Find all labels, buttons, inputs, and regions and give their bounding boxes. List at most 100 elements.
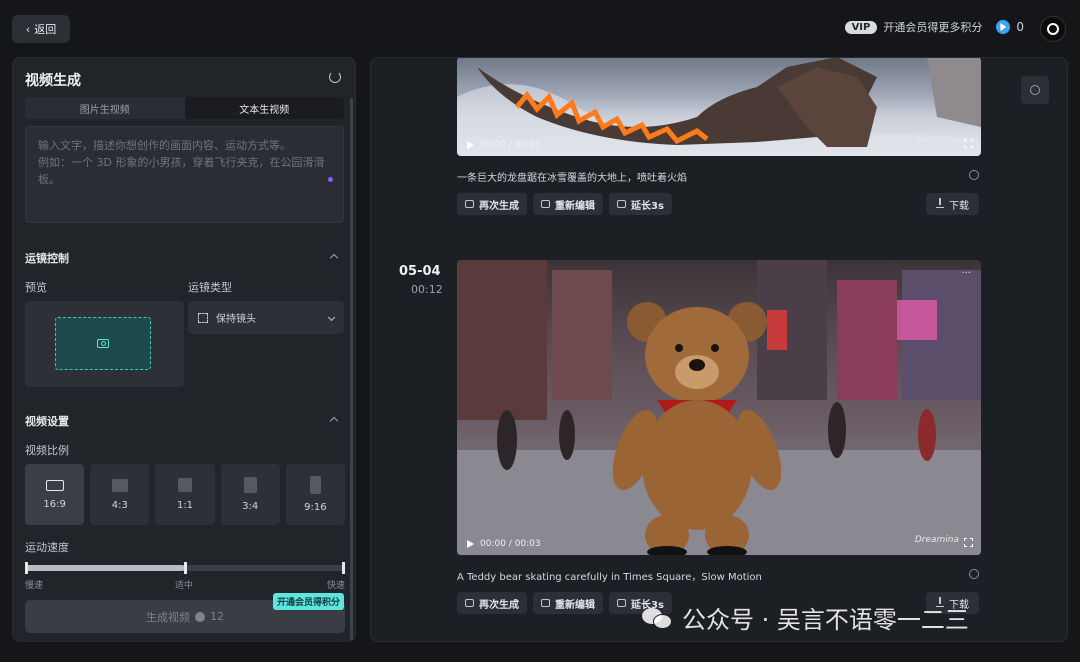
back-button[interactable]: ‹ 返回	[12, 15, 70, 43]
repeat-icon	[465, 200, 474, 208]
more-icon[interactable]: ···	[961, 268, 971, 279]
ratio-label: 视频比例	[25, 444, 69, 457]
edit-icon	[541, 200, 550, 208]
refresh-icon[interactable]	[329, 71, 341, 83]
generate-label: 生成视频	[146, 610, 190, 624]
video-time: 00:00 / 00:03	[480, 539, 541, 549]
generation-panel: 视频生成 图片生视频 文本生视频 输入文字，描述你想创作的画面内容、运动方式等。…	[12, 57, 356, 642]
repeat-icon	[465, 599, 474, 607]
speed-slow-label: 慢速	[25, 581, 44, 591]
teddy-bear-thumbnail	[612, 302, 782, 555]
ratio-option-1-1[interactable]: 1:1	[155, 464, 215, 525]
camera-type-value: 保持镜头	[216, 314, 256, 325]
top-bar: ‹ 返回 VIP 开通会员得更多积分 0	[0, 0, 1080, 56]
preview-label: 预览	[25, 281, 47, 294]
speed-slider-end	[342, 562, 345, 574]
panel-scrollbar[interactable]	[350, 98, 353, 641]
fullscreen-icon[interactable]	[964, 538, 973, 547]
vip-credit-tag[interactable]: 开通会员得积分	[272, 593, 344, 610]
ratio-option-4-3[interactable]: 4:3	[90, 464, 150, 525]
mode-tabs: 图片生视频 文本生视频	[25, 97, 344, 119]
dreamina-watermark: Dreamina	[914, 535, 959, 545]
speed-slider-fill	[25, 565, 185, 571]
speed-mid-label: 适中	[175, 581, 194, 591]
camera-preview	[25, 301, 184, 387]
avatar[interactable]	[1040, 16, 1066, 42]
video-time: 00:00 / 00:03	[480, 140, 541, 150]
speed-fast-label: 快速	[326, 581, 345, 591]
camera-icon	[97, 339, 109, 348]
extend-button[interactable]: 延长3s	[609, 193, 672, 215]
ratio-portrait-icon	[309, 476, 321, 494]
ratio-options: 16:9 4:3 1:1 3:4 9:16	[25, 464, 346, 525]
prompt-input[interactable]: 输入文字，描述你想创作的画面内容、运动方式等。 例如：一个 3D 形象的小男孩，…	[25, 126, 344, 223]
extend-icon	[617, 200, 626, 208]
prompt-placeholder-line: 板。	[38, 173, 60, 186]
video-caption: A Teddy bear skating carefully in Times …	[457, 572, 762, 583]
download-icon	[936, 198, 944, 208]
video-settings-title: 视频设置	[25, 415, 69, 428]
credit-icon	[195, 611, 205, 622]
download-button[interactable]: 下载	[926, 193, 979, 215]
camera-section-title: 运镜控制	[25, 252, 69, 265]
ratio-option-3-4[interactable]: 3:4	[220, 464, 280, 525]
reedit-label: 重新编辑	[555, 599, 595, 611]
ratio-4-3-icon	[111, 478, 128, 492]
download-label: 下载	[949, 200, 969, 212]
video-actions: 再次生成 重新编辑 延长3s	[457, 592, 672, 614]
speed-slider-handle[interactable]	[184, 562, 187, 574]
edit-icon	[541, 599, 550, 607]
play-icon[interactable]	[467, 540, 474, 548]
video-player[interactable]: 00:00 / 00:03 Dreamina	[457, 58, 981, 156]
credit-icon	[996, 20, 1011, 34]
prompt-indicator-dot	[328, 177, 333, 182]
item-duration: 00:12	[411, 283, 443, 296]
tab-text-to-video[interactable]: 文本生视频	[184, 97, 344, 119]
chevron-up-icon[interactable]	[329, 416, 339, 426]
ratio-option-16-9[interactable]: 16:9	[25, 464, 85, 525]
fullscreen-icon[interactable]	[964, 139, 973, 148]
reedit-button[interactable]: 重新编辑	[533, 592, 603, 614]
prompt-placeholder-line: 例如：一个 3D 形象的小男孩，穿着飞行夹克，在公园滑滑	[38, 156, 325, 169]
ratio-option-label: 4:3	[111, 499, 128, 511]
info-button[interactable]	[1021, 76, 1049, 104]
ratio-3-4-icon	[243, 477, 257, 493]
ratio-square-icon	[178, 478, 192, 492]
video-player[interactable]: ··· 00:00 / 00:03 Dreamina	[457, 260, 981, 555]
preview-frame	[55, 317, 151, 370]
video-actions: 再次生成 重新编辑 延长3s	[457, 193, 672, 215]
ratio-landscape-icon	[45, 479, 64, 491]
reedit-label: 重新编辑	[555, 200, 595, 212]
speed-label: 运动速度	[25, 541, 69, 554]
extend-icon	[617, 599, 626, 607]
tab-image-to-video[interactable]: 图片生视频	[25, 97, 185, 119]
camera-type-label: 运镜类型	[188, 281, 232, 294]
panel-title: 视频生成	[25, 73, 81, 89]
regenerate-button[interactable]: 再次生成	[457, 193, 527, 215]
chevron-up-icon[interactable]	[329, 253, 339, 263]
info-icon[interactable]	[969, 569, 979, 579]
speed-slider-start	[25, 562, 28, 574]
camera-type-select[interactable]: 保持镜头	[188, 301, 344, 334]
info-icon[interactable]	[969, 170, 979, 180]
play-icon[interactable]	[467, 141, 474, 149]
video-controls: 00:00 / 00:03	[467, 539, 541, 549]
video-controls: 00:00 / 00:03	[467, 140, 541, 150]
prompt-placeholder-line: 输入文字，描述你想创作的画面内容、运动方式等。	[38, 139, 291, 152]
focus-frame-icon	[198, 312, 208, 323]
generate-cost: 12	[210, 610, 224, 623]
vip-promo-text: 开通会员得更多积分	[883, 21, 983, 34]
regenerate-button[interactable]: 再次生成	[457, 592, 527, 614]
wechat-watermark: 公众号 · 吴言不语零一二三	[642, 600, 969, 635]
dreamina-watermark: Dreamina	[914, 136, 959, 146]
vip-promo[interactable]: VIP 开通会员得更多积分 0	[844, 19, 1024, 35]
speed-slider[interactable]	[25, 562, 345, 574]
wechat-watermark-text: 公众号 · 吴言不语零一二三	[682, 606, 969, 634]
ratio-option-label: 1:1	[176, 500, 194, 511]
reedit-button[interactable]: 重新编辑	[533, 193, 603, 215]
back-label: 返回	[34, 23, 57, 36]
ratio-option-9-16[interactable]: 9:16	[285, 464, 346, 525]
vip-badge: VIP	[844, 20, 878, 34]
item-date: 05-04	[399, 264, 441, 279]
video-caption: 一条巨大的龙盘踞在冰雪覆盖的大地上，喷吐着火焰	[457, 173, 687, 184]
